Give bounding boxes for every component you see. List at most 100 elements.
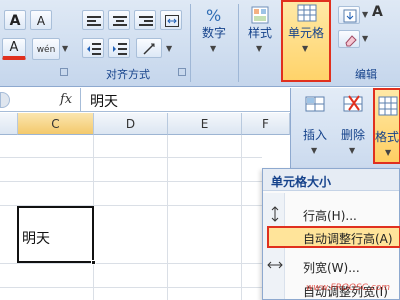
gridline [0, 157, 262, 158]
align-center-button[interactable] [108, 10, 130, 30]
format-cells-icon [378, 96, 398, 116]
fill-button[interactable] [338, 6, 360, 24]
fill-down-icon [343, 9, 357, 23]
alignment-group-label: 对齐方式 [106, 68, 150, 81]
column-header-c[interactable]: C [18, 113, 94, 135]
format-dropdown-menu: 单元格大小 行高(H)... 自动调整行高(A) 列宽(W)... 自动调整列宽… [262, 168, 400, 300]
merge-center-button[interactable] [160, 10, 182, 30]
column-header-d[interactable]: D [94, 113, 168, 135]
grow-font-button[interactable]: A [4, 10, 26, 30]
sort-az-icon: A [372, 4, 383, 20]
orientation-button[interactable] [136, 38, 162, 58]
font-color-icon: A [9, 40, 19, 55]
formula-bar: fx 明天 [0, 88, 290, 112]
formula-input[interactable]: 明天 [90, 91, 118, 111]
chevron-down-icon: ▼ [311, 146, 318, 155]
chevron-down-icon: ▼ [302, 44, 309, 53]
insert-function-icon[interactable]: fx [60, 92, 72, 107]
ribbon: A A A wén ▼ ▼ 对齐方式 % 数字 ▼ 样式 ▼ 单元格 ▼ ▼ A… [0, 0, 400, 87]
column-label: C [51, 117, 60, 131]
increase-indent-button[interactable] [108, 38, 130, 58]
text-orientation-icon [143, 43, 155, 55]
cells-icon [297, 4, 317, 22]
align-right-button[interactable] [134, 10, 156, 30]
cells-group-label: 单元格 [287, 26, 324, 40]
column-label: F [262, 117, 269, 131]
select-all-corner[interactable] [0, 113, 18, 135]
menu-item-column-width[interactable]: 列宽(W)... [263, 255, 399, 277]
grow-font-icon: A [9, 13, 21, 29]
phonetic-button[interactable]: wén [32, 38, 60, 60]
menu-item-row-height[interactable]: 行高(H)... [263, 203, 399, 225]
styles-icon [251, 6, 269, 24]
chevron-down-icon: ▼ [166, 44, 173, 53]
align-right-icon [139, 16, 153, 26]
group-separator [238, 4, 239, 82]
phonetic-icon: wén [36, 45, 56, 55]
menu-item-label: 自动调整行高(A) [303, 232, 393, 246]
group-separator [190, 4, 191, 82]
clear-button[interactable] [338, 30, 360, 48]
insert-label: 插入 [302, 128, 327, 142]
chevron-down-icon: ▼ [362, 34, 369, 43]
chevron-down-icon: ▼ [62, 44, 69, 53]
align-center-icon [113, 16, 127, 26]
gridline [0, 181, 262, 182]
menu-header: 单元格大小 [263, 169, 399, 191]
format-label: 格式 [375, 130, 399, 144]
editing-group-label: 编辑 [355, 68, 377, 81]
column-label: D [125, 117, 136, 131]
insert-button[interactable]: 插入 ▼ [295, 90, 335, 158]
number-format-button[interactable]: % 数字 ▼ [192, 4, 236, 80]
watermark: www.FROOSC.com [306, 283, 391, 293]
insert-cells-icon [305, 96, 325, 112]
cells-group-panel: 插入 ▼ 删除 ▼ 格式 ▼ [290, 88, 400, 168]
gridline [167, 135, 168, 300]
cells-button[interactable]: 单元格 ▼ [281, 0, 331, 82]
decrease-indent-icon [87, 43, 101, 55]
percent-icon: % [206, 6, 221, 24]
delete-cells-icon [343, 95, 363, 112]
gridline [241, 135, 242, 300]
chevron-down-icon: ▼ [385, 148, 392, 157]
dialog-launcher-icon[interactable] [178, 68, 186, 76]
delete-label: 删除 [340, 128, 365, 142]
font-color-button[interactable]: A [2, 38, 26, 60]
formula-separator [80, 88, 81, 112]
row-height-icon [271, 206, 279, 222]
column-width-icon [267, 261, 283, 269]
chevron-down-icon: ▼ [362, 10, 369, 19]
column-label: E [200, 117, 209, 131]
increase-indent-icon [113, 43, 127, 55]
menu-item-autofit-row-height[interactable]: 自动调整行高(A) [267, 226, 400, 248]
styles-button[interactable]: 样式 ▼ [240, 4, 280, 80]
menu-item-label: 列宽(W)... [303, 261, 360, 275]
align-left-button[interactable] [82, 10, 104, 30]
styles-group-label: 样式 [247, 26, 272, 40]
align-left-icon [87, 16, 101, 26]
name-box-splitter[interactable] [0, 92, 10, 108]
eraser-icon [345, 35, 357, 47]
merge-cells-icon [165, 15, 179, 27]
column-header-f[interactable]: F [242, 113, 290, 135]
menu-item-label: 行高(H)... [303, 209, 357, 223]
chevron-down-icon: ▼ [256, 44, 263, 53]
menu-section-title: 单元格大小 [271, 175, 332, 189]
shrink-font-icon: A [36, 14, 46, 28]
number-group-label: 数字 [201, 26, 226, 40]
fill-handle[interactable] [91, 260, 96, 265]
delete-button[interactable]: 删除 ▼ [335, 90, 371, 158]
cell-value: 明天 [22, 231, 50, 247]
decrease-indent-button[interactable] [82, 38, 104, 58]
gridline [0, 287, 262, 288]
active-cell[interactable]: 明天 [17, 206, 96, 265]
format-button[interactable]: 格式 ▼ [373, 88, 400, 164]
chevron-down-icon: ▼ [349, 146, 356, 155]
shrink-font-button[interactable]: A [30, 10, 52, 30]
dialog-launcher-icon[interactable] [60, 68, 68, 76]
svg-text:%: % [206, 6, 221, 24]
sort-filter-button[interactable]: A [372, 4, 398, 24]
gridline [0, 263, 262, 264]
chevron-down-icon: ▼ [210, 44, 217, 53]
column-header-e[interactable]: E [168, 113, 242, 135]
